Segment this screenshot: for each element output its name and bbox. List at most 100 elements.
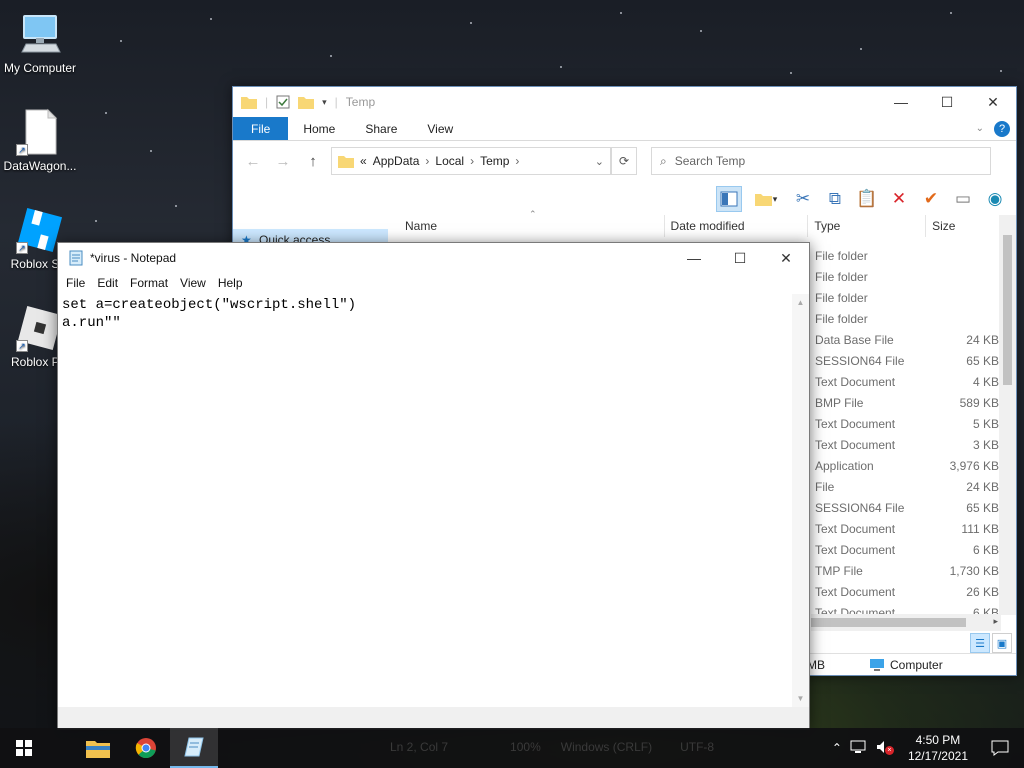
column-type[interactable]: Type	[808, 215, 927, 237]
table-row[interactable]: Text Document 4 KB	[811, 371, 1001, 392]
maximize-button[interactable]: ☐	[924, 87, 970, 117]
horizontal-scrollbar[interactable]: ▸	[811, 614, 1001, 631]
custom-toolbar: ▾ ✂ ⧉ 📋 ✕ ✔ ▭ ◉	[233, 181, 1016, 217]
file-type: File folder	[815, 290, 868, 305]
delete-icon[interactable]: ✕	[886, 186, 912, 212]
clock[interactable]: 4:50 PM 12/17/2021	[902, 732, 974, 764]
paste-icon[interactable]: 📋	[854, 186, 880, 212]
table-row[interactable]: Text Document 26 KB	[811, 581, 1001, 602]
vertical-scrollbar[interactable]: ▲ ▼	[792, 294, 809, 707]
tab-file[interactable]: File	[233, 117, 289, 140]
table-row[interactable]: Data Base File 24 KB	[811, 329, 1001, 350]
up-button[interactable]: ↑	[301, 153, 325, 170]
menu-help[interactable]: Help	[212, 276, 249, 290]
tab-view[interactable]: View	[412, 117, 468, 140]
breadcrumb-temp[interactable]: Temp	[480, 154, 509, 168]
rename-icon[interactable]: ▭	[950, 186, 976, 212]
volume-muted-icon[interactable]: ×	[876, 740, 894, 757]
refresh-button[interactable]: ⟳	[611, 147, 637, 175]
table-row[interactable]: Text Document 6 KB	[811, 539, 1001, 560]
notepad-text-area[interactable]: set a=createobject("wscript.shell") a.run…	[58, 294, 792, 707]
chevron-right-icon[interactable]: ›	[425, 154, 429, 168]
taskbar-chrome[interactable]	[122, 728, 170, 768]
desktop-icon-my-computer[interactable]: My Computer	[0, 10, 80, 75]
action-center-button[interactable]	[982, 740, 1018, 756]
menu-file[interactable]: File	[60, 276, 91, 290]
notepad-titlebar[interactable]: *virus - Notepad — ☐ ✕	[58, 243, 809, 273]
menu-view[interactable]: View	[174, 276, 212, 290]
breadcrumb-appdata[interactable]: AppData	[373, 154, 420, 168]
table-row[interactable]: SESSION64 File 65 KB	[811, 350, 1001, 371]
search-input[interactable]: ⌕ Search Temp	[651, 147, 991, 175]
address-bar[interactable]: « AppData › Local › Temp › ⌄	[331, 147, 611, 175]
file-type: File folder	[815, 248, 868, 263]
preview-pane-icon[interactable]	[716, 186, 742, 212]
table-row[interactable]: Text Document 111 KB	[811, 518, 1001, 539]
minimize-button[interactable]: —	[671, 243, 717, 273]
address-dropdown-icon[interactable]: ⌄	[595, 155, 604, 168]
system-tray: ⌃ × 4:50 PM 12/17/2021	[832, 728, 1024, 768]
desktop-icon-datawagon[interactable]: ↗ DataWagon...	[0, 108, 80, 173]
table-row[interactable]: Application 3,976 KB	[811, 455, 1001, 476]
encoding: UTF-8	[680, 740, 715, 754]
scroll-up-icon[interactable]: ▲	[792, 294, 809, 311]
breadcrumb-local[interactable]: Local	[435, 154, 464, 168]
column-date-modified[interactable]: Date modified	[665, 215, 809, 237]
scrollbar-thumb[interactable]	[811, 618, 966, 627]
tab-home[interactable]: Home	[288, 117, 350, 140]
maximize-button[interactable]: ☐	[717, 243, 763, 273]
file-list: File folder File folder File folder File fo…	[811, 245, 1001, 620]
large-icons-view-icon[interactable]: ▣	[992, 633, 1012, 653]
breadcrumb-overflow[interactable]: «	[360, 154, 367, 168]
taskbar-notepad[interactable]	[170, 728, 218, 768]
vertical-scrollbar[interactable]	[999, 215, 1016, 615]
close-button[interactable]: ✕	[763, 243, 809, 273]
globe-icon[interactable]: ◉	[982, 186, 1008, 212]
explorer-titlebar[interactable]: | ▾ | Temp — ☐ ✕	[233, 87, 1016, 117]
checkmark-icon[interactable]: ✔	[918, 186, 944, 212]
table-row[interactable]: File folder	[811, 308, 1001, 329]
table-row[interactable]: BMP File 589 KB	[811, 392, 1001, 413]
menu-edit[interactable]: Edit	[91, 276, 124, 290]
scrollbar-thumb[interactable]	[1003, 235, 1012, 385]
scroll-down-icon[interactable]: ▼	[792, 690, 809, 707]
table-row[interactable]: Text Document 5 KB	[811, 413, 1001, 434]
minimize-button[interactable]: —	[878, 87, 924, 117]
file-size: 3,976 KB	[949, 458, 999, 473]
open-folder-icon[interactable]: ▾	[748, 186, 784, 212]
back-button[interactable]: ←	[241, 153, 265, 170]
cut-icon[interactable]: ✂	[790, 186, 816, 212]
computer-icon	[870, 659, 884, 671]
column-size[interactable]: Size	[926, 215, 1001, 237]
help-icon[interactable]: ?	[994, 120, 1010, 137]
menu-format[interactable]: Format	[124, 276, 174, 290]
show-hidden-icons-icon[interactable]: ⌃	[832, 741, 842, 755]
start-button[interactable]	[0, 728, 48, 768]
file-size: 6 KB	[972, 542, 999, 557]
desktop-icon-label: DataWagon...	[3, 159, 77, 173]
network-icon[interactable]	[850, 740, 868, 757]
expand-ribbon-icon[interactable]: ⌄	[976, 123, 984, 134]
copy-icon[interactable]: ⧉	[822, 186, 848, 212]
details-view-icon[interactable]: ☰	[970, 633, 990, 653]
table-row[interactable]: File folder	[811, 287, 1001, 308]
file-type: TMP File	[815, 563, 863, 578]
scroll-right-icon[interactable]: ▸	[993, 616, 998, 627]
table-row[interactable]: File 24 KB	[811, 476, 1001, 497]
table-row[interactable]: SESSION64 File 65 KB	[811, 497, 1001, 518]
properties-icon[interactable]	[276, 95, 290, 109]
table-row[interactable]: File folder	[811, 266, 1001, 287]
file-size: 65 KB	[966, 353, 999, 368]
forward-button[interactable]: →	[271, 153, 295, 170]
tab-share[interactable]: Share	[350, 117, 412, 140]
table-row[interactable]: Text Document 3 KB	[811, 434, 1001, 455]
customize-toolbar-icon[interactable]: ▾	[322, 97, 327, 108]
table-row[interactable]: TMP File 1,730 KB	[811, 560, 1001, 581]
taskbar-file-explorer[interactable]	[74, 728, 122, 768]
chevron-right-icon[interactable]: ›	[470, 154, 474, 168]
table-row[interactable]: File folder	[811, 245, 1001, 266]
close-button[interactable]: ✕	[970, 87, 1016, 117]
new-folder-icon[interactable]	[298, 95, 315, 109]
notepad-window[interactable]: *virus - Notepad — ☐ ✕ File Edit Format …	[57, 242, 810, 730]
chevron-right-icon[interactable]: ›	[515, 154, 519, 168]
